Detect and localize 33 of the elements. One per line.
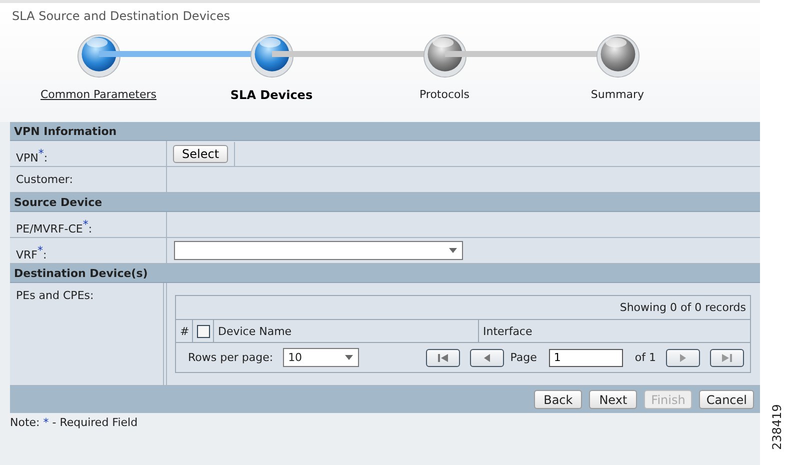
page-label: Page [510, 351, 537, 364]
select-button[interactable]: Select [173, 144, 228, 162]
previous-page-button[interactable] [470, 348, 504, 366]
step-label: Protocols [419, 88, 470, 101]
step-label: SLA Devices [230, 88, 313, 102]
section-header: Destination Device(s) [10, 264, 760, 283]
wizard-button[interactable]: Next [589, 390, 638, 409]
page-title: SLA Source and Destination Devices [12, 9, 231, 23]
section-header: VPN Information [10, 122, 760, 141]
column-header: Interface [482, 324, 534, 340]
page-number-field[interactable]: 1 [548, 348, 623, 366]
triangle-left-icon [482, 352, 492, 362]
first-page-button[interactable] [426, 348, 460, 366]
last-page-button[interactable] [710, 348, 744, 366]
step-link[interactable]: Common Parameters [40, 88, 156, 101]
step-label: Summary [590, 88, 644, 101]
dropdown-field[interactable] [174, 241, 463, 260]
last-page-icon [721, 352, 733, 362]
triangle-right-icon [678, 352, 688, 362]
figure-number: 238419 [770, 404, 784, 450]
select-all-checkbox[interactable] [197, 324, 210, 338]
section-header: Source Device [10, 193, 760, 212]
field-label: Customer: [10, 167, 167, 192]
rows-per-page-dropdown[interactable]: 10 [283, 348, 360, 367]
column-header: Device Name [214, 320, 479, 342]
rows-per-page-label: Rows per page: [188, 351, 274, 364]
first-page-icon [437, 352, 450, 362]
column-header: # [176, 320, 193, 342]
wizard-button[interactable]: Cancel [699, 390, 754, 409]
page-total: of 1 [634, 351, 656, 364]
record-count: Showing 0 of 0 records [620, 301, 746, 314]
wizard-button[interactable]: Back [534, 390, 582, 409]
next-page-button[interactable] [666, 348, 700, 366]
